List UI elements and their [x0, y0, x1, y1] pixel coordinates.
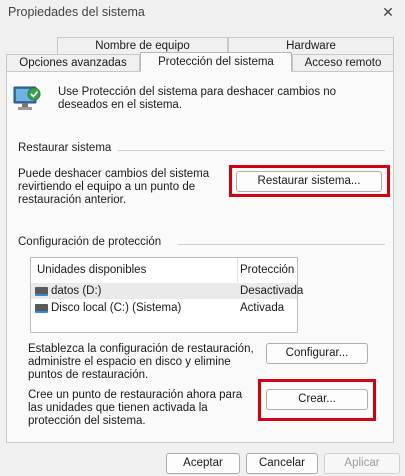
close-icon[interactable]: ✕ — [377, 2, 399, 22]
drive-row-disco-local[interactable]: Disco local (C:) (Sistema) Activada — [31, 300, 297, 316]
restore-system-button[interactable]: Restaurar sistema... — [236, 171, 382, 192]
create-button[interactable]: Crear... — [266, 389, 368, 410]
restore-section-divider — [118, 150, 385, 151]
column-header-drives[interactable]: Unidades disponibles — [37, 258, 146, 282]
drive-icon — [35, 287, 48, 296]
restore-description: Puede deshacer cambios del sistema revir… — [18, 168, 210, 206]
drive-protection-status: Desactivada — [240, 285, 304, 297]
configure-button[interactable]: Configurar... — [266, 343, 368, 364]
restore-section-label: Restaurar sistema — [18, 142, 112, 154]
intro-text: Use Protección del sistema para deshacer… — [58, 86, 337, 111]
title-bar: Propiedades del sistema ✕ — [0, 0, 405, 26]
system-protection-icon — [13, 86, 41, 110]
drive-row-datos[interactable]: datos (D:) Desactivada — [31, 283, 303, 299]
protection-section-label: Configuración de protección — [18, 236, 162, 248]
create-description: Cree un punto de restauración ahora para… — [28, 389, 243, 427]
cancel-button[interactable]: Cancelar — [246, 453, 318, 474]
configure-description: Establezca la configuración de restaurac… — [28, 343, 254, 381]
system-drive-icon — [35, 304, 48, 313]
tab-proteccion-del-sistema[interactable]: Protección del sistema — [140, 52, 292, 72]
ok-button[interactable]: Aceptar — [166, 453, 240, 474]
drive-protection-status: Activada — [240, 302, 285, 314]
protection-section-divider — [178, 244, 385, 245]
tab-acceso-remoto[interactable]: Acceso remoto — [292, 54, 394, 71]
drive-name: Disco local (C:) (Sistema) — [51, 302, 182, 314]
drives-list[interactable]: Unidades disponibles Protección datos (D… — [30, 257, 303, 333]
apply-button[interactable]: Aplicar — [324, 453, 400, 474]
tab-opciones-avanzadas[interactable]: Opciones avanzadas — [6, 54, 140, 71]
column-header-divider — [237, 258, 238, 282]
column-header-protection[interactable]: Protección — [240, 258, 294, 282]
drive-name: datos (D:) — [51, 285, 102, 297]
window-title: Propiedades del sistema — [8, 5, 145, 19]
